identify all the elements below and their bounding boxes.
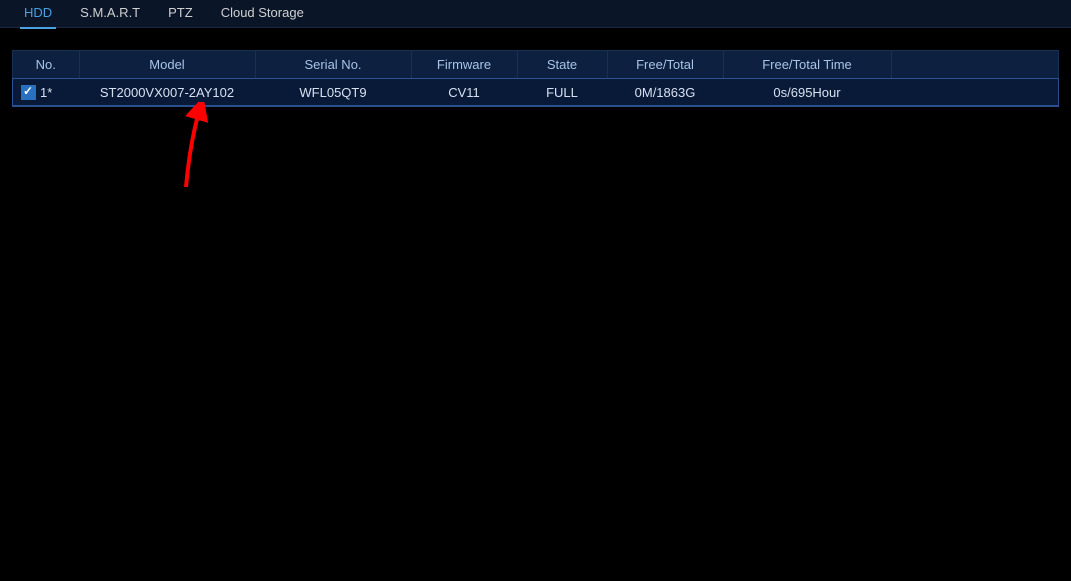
col-header-serial[interactable]: Serial No. <box>255 51 411 79</box>
cell-free-total: 0M/1863G <box>607 79 723 106</box>
col-header-model[interactable]: Model <box>79 51 255 79</box>
row-checkbox[interactable] <box>21 85 36 100</box>
col-header-extra <box>891 51 1058 79</box>
tab-cloud-storage[interactable]: Cloud Storage <box>207 0 318 28</box>
tab-ptz[interactable]: PTZ <box>154 0 207 28</box>
col-header-state[interactable]: State <box>517 51 607 79</box>
cell-extra <box>891 79 1058 106</box>
hdd-table: No. Model Serial No. Firmware State Free… <box>13 51 1058 106</box>
col-header-firmware[interactable]: Firmware <box>411 51 517 79</box>
content-area: No. Model Serial No. Firmware State Free… <box>0 28 1071 119</box>
cell-serial: WFL05QT9 <box>255 79 411 106</box>
cell-model: ST2000VX007-2AY102 <box>79 79 255 106</box>
cell-free-total-time: 0s/695Hour <box>723 79 891 106</box>
col-header-free-total-time[interactable]: Free/Total Time <box>723 51 891 79</box>
tab-smart[interactable]: S.M.A.R.T <box>66 0 154 28</box>
cell-no: 1* <box>40 85 52 100</box>
cell-state: FULL <box>517 79 607 106</box>
hdd-table-wrapper: No. Model Serial No. Firmware State Free… <box>12 50 1059 107</box>
tab-hdd[interactable]: HDD <box>10 0 66 28</box>
col-header-no[interactable]: No. <box>13 51 79 79</box>
tabs-bar: HDD S.M.A.R.T PTZ Cloud Storage <box>0 0 1071 28</box>
table-row[interactable]: 1* ST2000VX007-2AY102 WFL05QT9 CV11 FULL… <box>13 79 1058 106</box>
cell-firmware: CV11 <box>411 79 517 106</box>
col-header-free-total[interactable]: Free/Total <box>607 51 723 79</box>
